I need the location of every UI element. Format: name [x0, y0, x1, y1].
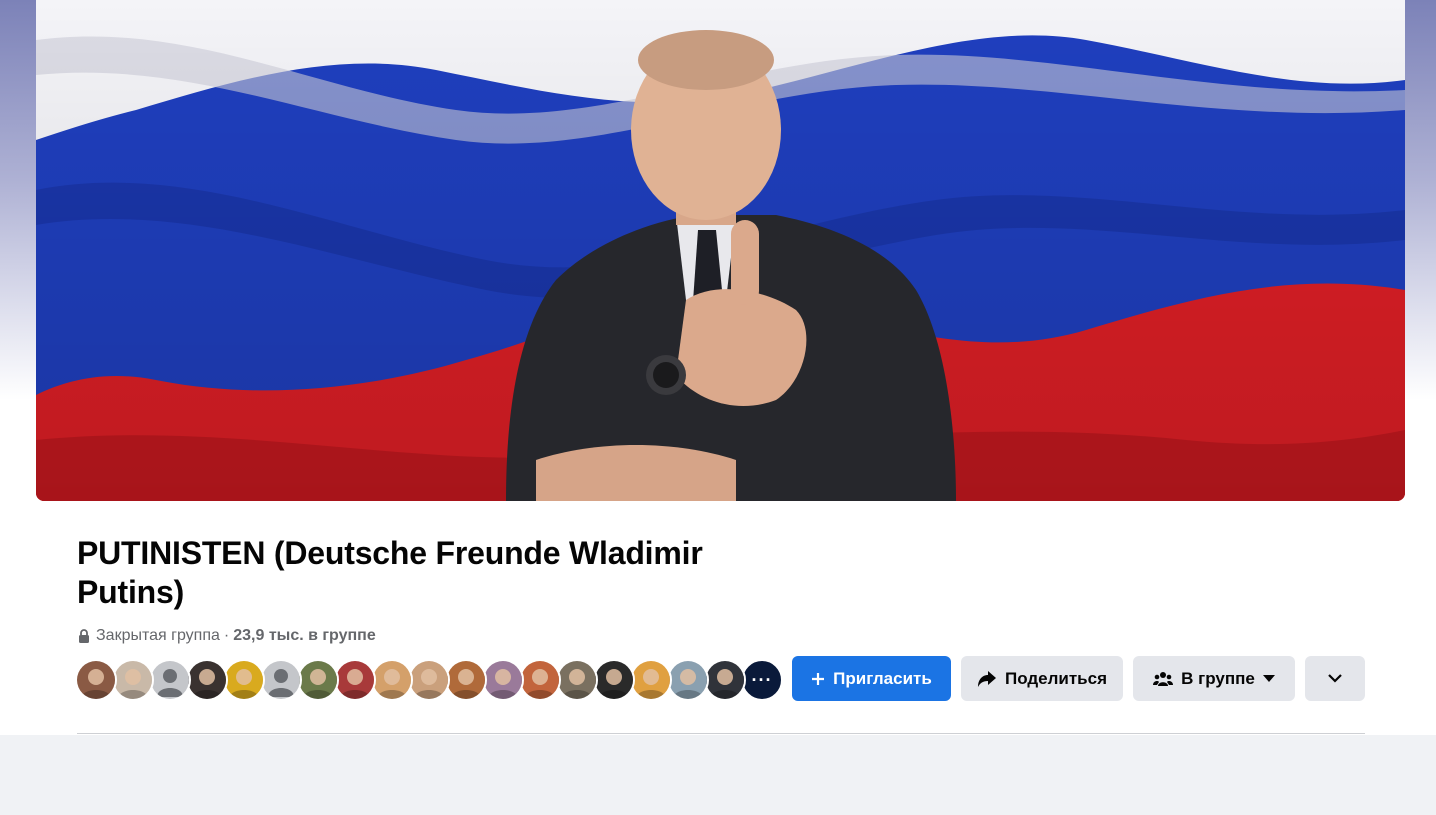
member-avatar-10[interactable] [408, 659, 450, 701]
meta-separator: · [223, 627, 230, 644]
share-arrow-icon [977, 670, 997, 688]
member-avatar-5[interactable] [223, 659, 265, 701]
member-avatar-16[interactable] [630, 659, 672, 701]
group-title[interactable]: PUTINISTEN (Deutsche Freunde Wladimir Pu… [77, 534, 797, 612]
member-avatar-7[interactable] [297, 659, 339, 701]
more-options-button[interactable] [1305, 656, 1365, 701]
group-header: PUTINISTEN (Deutsche Freunde Wladimir Pu… [0, 0, 1436, 735]
group-meta: Закрытая группа · 23,9 тыс. в группе [78, 625, 376, 647]
chevron-down-icon [1328, 674, 1342, 683]
plus-icon [811, 672, 825, 686]
more-members-button[interactable]: ··· [741, 659, 783, 701]
member-avatar-1[interactable] [75, 659, 117, 701]
member-avatar-14[interactable] [556, 659, 598, 701]
joined-label: В группе [1181, 668, 1255, 688]
group-members-icon [1153, 671, 1174, 687]
member-avatar-11[interactable] [445, 659, 487, 701]
share-button[interactable]: Поделиться [961, 656, 1123, 701]
member-avatar-12[interactable] [482, 659, 524, 701]
member-avatar-2[interactable] [112, 659, 154, 701]
member-avatars: ··· [75, 659, 783, 701]
member-avatar-6[interactable] [260, 659, 302, 701]
header-divider [77, 733, 1365, 734]
member-avatar-3[interactable] [149, 659, 191, 701]
member-avatar-18[interactable] [704, 659, 746, 701]
invite-label: Пригласить [833, 668, 932, 688]
member-avatar-15[interactable] [593, 659, 635, 701]
lock-icon [78, 629, 90, 643]
privacy-label[interactable]: Закрытая группа [96, 627, 220, 645]
member-avatar-9[interactable] [371, 659, 413, 701]
share-label: Поделиться [1004, 668, 1108, 688]
member-avatar-8[interactable] [334, 659, 376, 701]
caret-down-icon [1262, 674, 1275, 683]
cover-image [36, 0, 1405, 501]
member-avatar-13[interactable] [519, 659, 561, 701]
cover-photo[interactable] [36, 0, 1405, 501]
invite-button[interactable]: Пригласить [792, 656, 951, 701]
member-avatar-4[interactable] [186, 659, 228, 701]
joined-button[interactable]: В группе [1133, 656, 1295, 701]
member-avatar-17[interactable] [667, 659, 709, 701]
member-count[interactable]: 23,9 тыс. в группе [233, 627, 376, 645]
